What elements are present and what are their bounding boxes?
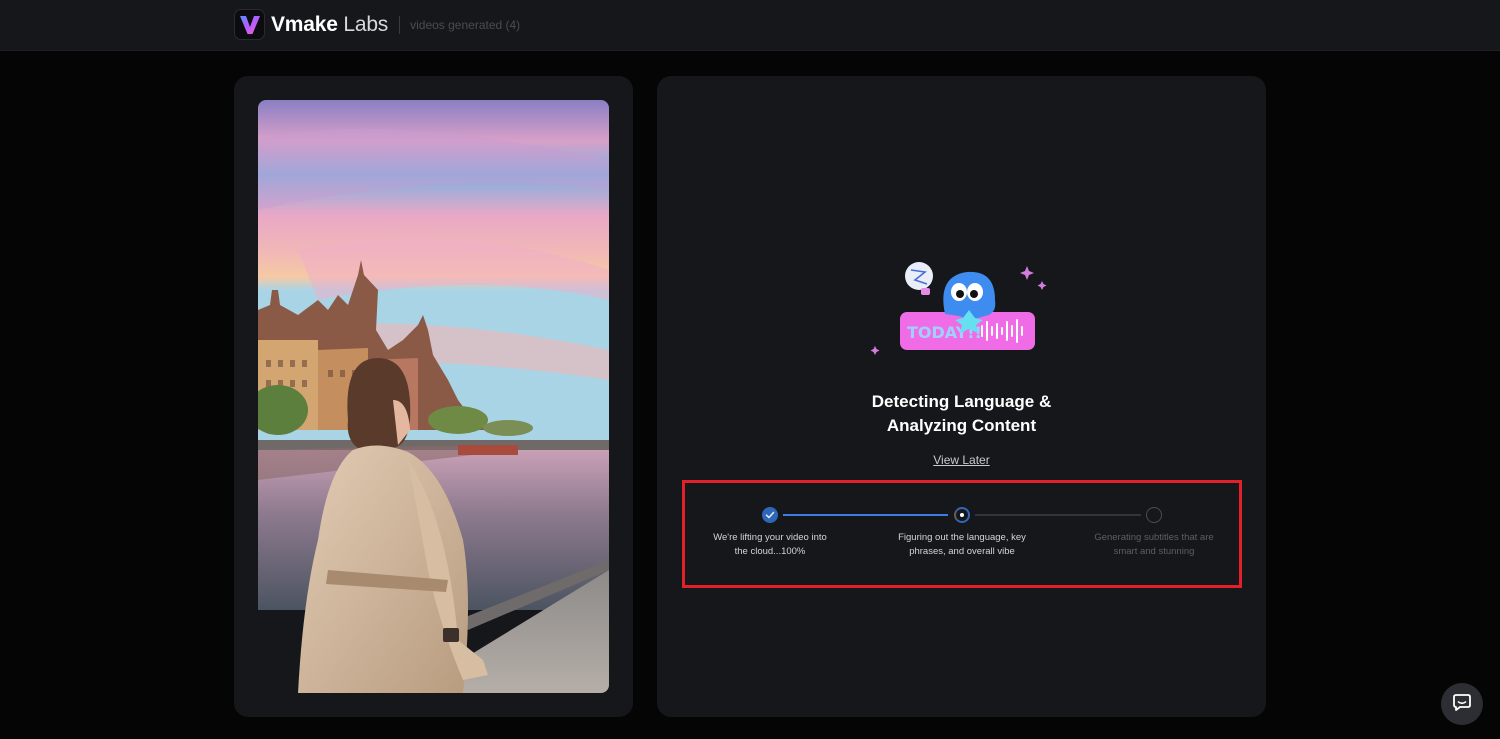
brand-name: Vmake Labs xyxy=(271,13,388,37)
check-icon xyxy=(762,507,778,523)
spinner-dot xyxy=(960,513,964,517)
step-2-label-line1: Figuring out the language, key xyxy=(898,532,1026,543)
status-title-line1: Detecting Language & xyxy=(871,392,1052,411)
progress-steps: We're lifting your video into the cloud.… xyxy=(682,480,1242,588)
step-connector-1 xyxy=(783,514,948,516)
pending-circle-icon xyxy=(1146,507,1162,523)
processing-panel: TODAY!! Detecting Language & Analyzing C… xyxy=(657,76,1266,717)
brand[interactable]: Vmake Labs videos generated (4) xyxy=(234,9,520,40)
step-3-label-line1: Generating subtitles that are xyxy=(1094,532,1214,543)
chat-bubble-icon xyxy=(1452,692,1472,717)
vmake-logo-icon xyxy=(234,9,265,40)
step-2-label: Figuring out the language, key phrases, … xyxy=(887,531,1037,559)
top-bar: Vmake Labs videos generated (4) xyxy=(0,0,1500,51)
divider xyxy=(399,15,401,34)
view-later-link[interactable]: View Later xyxy=(933,453,989,467)
mascot-illustration: TODAY!! xyxy=(867,256,1057,366)
step-1-label-line2: the cloud...100% xyxy=(734,546,806,557)
videos-generated-count[interactable]: videos generated (4) xyxy=(410,18,520,32)
chat-support-button[interactable] xyxy=(1441,683,1483,725)
brand-name-light: Labs xyxy=(343,12,389,36)
step-3-label-line2: smart and stunning xyxy=(1113,546,1195,557)
step-3-label: Generating subtitles that are smart and … xyxy=(1079,531,1229,559)
status-title-line2: Analyzing Content xyxy=(886,416,1037,435)
brand-name-bold: Vmake xyxy=(271,12,338,36)
step-1-label: We're lifting your video into the cloud.… xyxy=(695,531,845,559)
video-preview-panel xyxy=(234,76,633,717)
view-later-container: View Later xyxy=(657,451,1266,469)
step-1-label-line1: We're lifting your video into xyxy=(713,532,827,543)
step-connector-2 xyxy=(975,514,1141,516)
video-thumbnail[interactable] xyxy=(258,100,609,693)
step-2-label-line2: phrases, and overall vibe xyxy=(909,546,1015,557)
loading-spinner-icon xyxy=(954,507,970,523)
status-title: Detecting Language & Analyzing Content xyxy=(657,390,1266,438)
